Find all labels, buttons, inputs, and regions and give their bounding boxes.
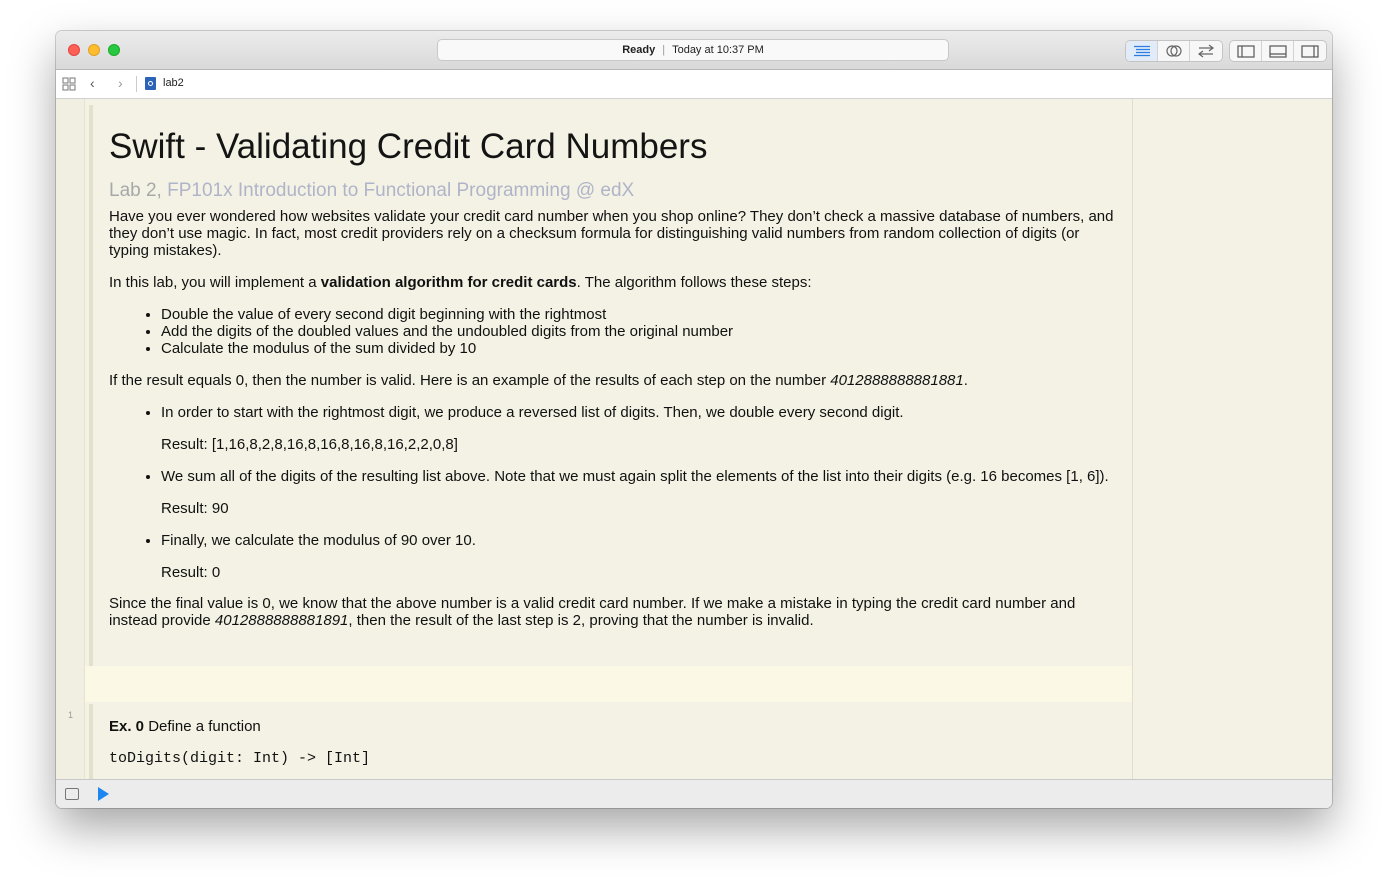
utilities-toggle-button[interactable]	[1294, 41, 1326, 61]
markup-block: Swift - Validating Credit Card Numbers L…	[89, 105, 1126, 666]
example-paragraph: If the result equals 0, then the number …	[109, 372, 1126, 389]
hide-debug-area-icon[interactable]	[65, 788, 79, 800]
step-text: Finally, we calculate the modulus of 90 …	[161, 532, 476, 549]
conclusion-number: 4012888888881891	[214, 612, 349, 629]
lab-text-post: . The algorithm follows these steps:	[576, 274, 812, 291]
list-item: Double the value of every second digit b…	[161, 306, 1126, 323]
example-steps-list: In order to start with the rightmost dig…	[109, 404, 1126, 581]
playground-file-icon	[145, 77, 156, 90]
step-result: Result: 0	[161, 564, 221, 581]
function-signature: toDigits(digit: Int) -> [Int]	[109, 750, 371, 767]
forward-chevron-icon[interactable]: ›	[118, 75, 123, 91]
back-chevron-icon[interactable]: ‹	[90, 75, 95, 91]
conclusion-paragraph: Since the final value is 0, we know that…	[109, 595, 1119, 629]
exercise-heading: Ex. 0 Define a function	[109, 718, 1126, 735]
step-text: We sum all of the digits of the resultin…	[161, 468, 1109, 485]
zoom-window-button[interactable]	[108, 44, 120, 56]
debug-area-toggle-button[interactable]	[1262, 41, 1294, 61]
jumpbar-file-name[interactable]: lab2	[163, 77, 184, 89]
jump-bar: ‹ › lab2	[56, 70, 1332, 99]
list-item: We sum all of the digits of the resultin…	[161, 468, 1119, 517]
intro-paragraph: Have you ever wondered how websites vali…	[109, 208, 1114, 259]
example-text-pre: If the result equals 0, then the number …	[109, 372, 831, 389]
activity-status: Ready | Today at 10:37 PM	[437, 39, 949, 61]
related-items-grid-icon[interactable]	[62, 77, 76, 91]
results-sidebar	[1132, 99, 1332, 780]
status-ready: Ready	[622, 44, 656, 56]
line-number: 1	[68, 710, 74, 720]
playground-window: Ready | Today at 10:37 PM ‹ › lab2 1 Swi…	[56, 31, 1332, 808]
line-gutter: 1	[56, 99, 85, 780]
lab-paragraph: In this lab, you will implement a valida…	[109, 274, 1126, 291]
version-editor-button[interactable]	[1190, 41, 1222, 61]
editor-area[interactable]: 1 Swift - Validating Credit Card Numbers…	[56, 99, 1132, 780]
standard-editor-icon	[1133, 45, 1150, 57]
jumpbar-divider	[136, 76, 137, 92]
assistant-editor-icon	[1165, 45, 1182, 57]
left-panel-icon	[1236, 44, 1255, 58]
status-separator: |	[662, 44, 666, 56]
exercise-text: Define a function	[144, 718, 261, 735]
step-result: Result: 90	[161, 500, 229, 517]
course-link[interactable]: FP101x Introduction to Functional Progra…	[167, 180, 634, 201]
conclusion-text-post: , then the result of the last step is 2,…	[348, 612, 814, 629]
code-line[interactable]	[85, 666, 1132, 702]
close-window-button[interactable]	[68, 44, 80, 56]
navigator-toggle-button[interactable]	[1230, 41, 1262, 61]
lab-subtitle: Lab 2, FP101x Introduction to Functional…	[109, 179, 1126, 203]
algorithm-steps-list: Double the value of every second digit b…	[109, 306, 1126, 357]
step-result: Result: [1,16,8,2,8,16,8,16,8,16,8,16,2,…	[161, 436, 458, 453]
list-item: Finally, we calculate the modulus of 90 …	[161, 532, 1126, 581]
step-text: In order to start with the rightmost dig…	[161, 404, 904, 421]
status-time: Today at 10:37 PM	[672, 44, 764, 56]
list-item: Add the digits of the doubled values and…	[161, 323, 1126, 340]
version-editor-icon	[1198, 44, 1214, 58]
editor-mode-group	[1125, 40, 1223, 62]
example-text-post: .	[963, 372, 968, 389]
run-playground-icon[interactable]	[98, 787, 109, 801]
list-item: In order to start with the rightmost dig…	[161, 404, 1126, 453]
subtitle-prefix: Lab 2,	[109, 180, 168, 201]
title-bar: Ready | Today at 10:37 PM	[56, 31, 1332, 70]
exercise-markup-block: Ex. 0 Define a function toDigits(digit: …	[89, 704, 1126, 780]
lab-text-bold: validation algorithm for credit cards	[320, 274, 577, 291]
lab-text-pre: In this lab, you will implement a	[109, 274, 321, 291]
minimize-window-button[interactable]	[88, 44, 100, 56]
bottom-panel-icon	[1268, 44, 1287, 58]
exercise-label: Ex. 0	[109, 718, 145, 735]
assistant-editor-button[interactable]	[1158, 41, 1190, 61]
debug-bar	[56, 779, 1332, 808]
right-panel-icon	[1301, 44, 1319, 58]
page-title: Swift - Validating Credit Card Numbers	[109, 127, 708, 166]
list-item: Calculate the modulus of the sum divided…	[161, 340, 1126, 357]
example-number: 4012888888881881	[830, 372, 964, 389]
panel-toggle-group	[1229, 40, 1327, 62]
standard-editor-button[interactable]	[1126, 41, 1158, 61]
